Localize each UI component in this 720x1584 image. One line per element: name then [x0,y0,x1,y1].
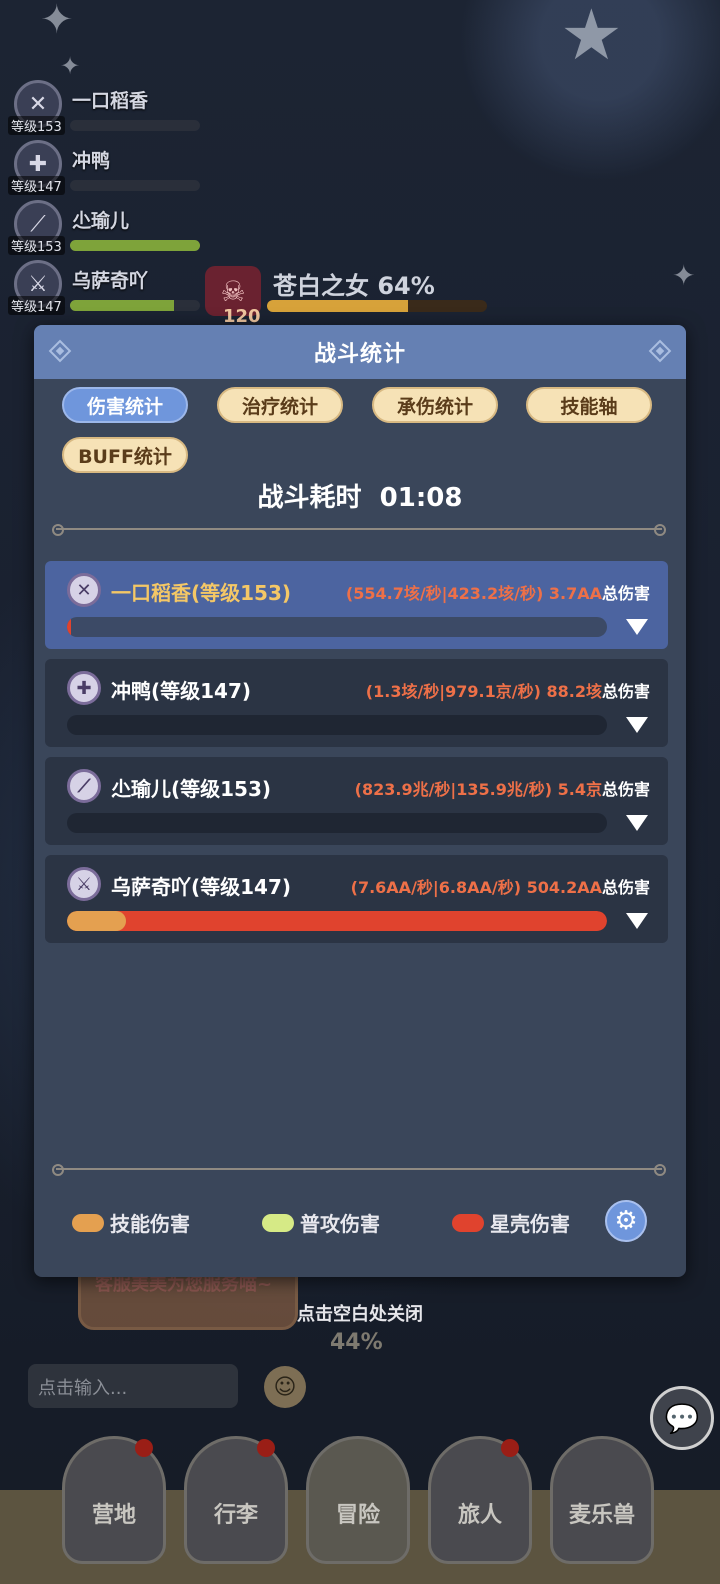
party-member-hp-bar [70,120,200,131]
player-name: 尐瑜儿(等级153) [111,777,272,801]
legend-item: 技能伤害 [72,1208,190,1237]
combat-stats-dialog: 战斗统计 伤害统计 治疗统计 承伤统计 技能轴 BUFF统计 战斗耗时 01:0… [34,325,686,1277]
expand-arrow-icon[interactable] [626,619,648,635]
nav-label: 麦乐兽 [568,1503,635,1528]
player-name: 冲鸭(等级147) [111,679,252,703]
divider [52,1164,666,1176]
boss-level: 120 [223,306,261,327]
damage-stats: (554.7垓/秒|423.2垓/秒) 3.7AA总伤害 [345,584,650,603]
player-name: 乌萨奇吖(等级147) [111,875,292,899]
shield-class-icon: ✚ [67,671,101,705]
boss-status: ☠ 120 苍白之女 64% [205,262,495,327]
smiley-icon: ☺ [273,1374,297,1400]
nav-luggage[interactable]: 行李 [184,1436,288,1564]
legend-item: 星壳伤害 [452,1208,570,1237]
party-member-name: 乌萨奇吖 [72,270,149,292]
star-damage-fill [67,911,607,931]
tab-buff[interactable]: BUFF统计 [62,437,188,473]
notification-badge [135,1439,153,1457]
party-member[interactable]: ⚔ 乌萨奇吖 等级147 [8,260,208,318]
skill-damage-fill [67,911,127,931]
party-member[interactable]: ⟋ 尐瑜儿 等级153 [8,200,208,258]
party-member-level: 等级147 [8,176,65,195]
party-member-name: 一口稻香 [72,90,149,112]
dialog-title: 战斗统计 [313,342,406,367]
damage-bar [67,715,607,735]
star-icon: ✦ [672,259,696,292]
damage-stats: (823.9兆/秒|135.9兆/秒) 5.4京总伤害 [354,780,650,799]
nav-label: 行李 [213,1503,258,1528]
party-member-level: 等级153 [8,236,65,255]
skill-charge-percent: 44% [330,1330,383,1355]
star-icon: ★ [560,0,623,76]
damage-stats: (7.6AA/秒|6.8AA/秒) 504.2AA总伤害 [350,878,650,897]
star-icon: ✦ [40,0,74,43]
legend-label: 普攻伤害 [300,1212,380,1236]
emoji-button[interactable]: ☺ [264,1366,306,1408]
chat-button[interactable]: 💬 [650,1386,714,1450]
legend-label: 技能伤害 [110,1212,190,1236]
boss-name: 苍白之女 64% [273,272,435,300]
tab-damage-taken[interactable]: 承伤统计 [372,387,498,423]
divider [52,524,666,536]
party-member-level: 等级153 [8,116,65,135]
nav-pet[interactable]: 麦乐兽 [550,1436,654,1564]
damage-stats: (1.3垓/秒|979.1京/秒) 88.2垓总伤害 [365,682,650,701]
tab-healing[interactable]: 治疗统计 [217,387,343,423]
damage-bar [67,617,607,637]
close-hint: 点击空白处关闭 [297,1304,423,1325]
party-member[interactable]: ✚ 冲鸭 等级147 [8,140,208,198]
damage-row[interactable]: ⚔ 乌萨奇吖(等级147) (7.6AA/秒|6.8AA/秒) 504.2AA总… [45,855,668,943]
legend-label: 星壳伤害 [490,1212,570,1236]
party-member-level: 等级147 [8,296,65,315]
player-name: 一口稻香(等级153) [111,581,292,605]
damage-bar [67,813,607,833]
notification-badge [257,1439,275,1457]
nav-label: 旅人 [457,1503,502,1528]
star-damage-fill [67,617,71,637]
party-member-hp-bar [70,240,200,251]
nav-traveler[interactable]: 旅人 [428,1436,532,1564]
notification-badge [501,1439,519,1457]
party-member[interactable]: ✕ 一口稻香 等级153 [8,80,208,138]
party-member-hp-bar [70,300,200,311]
party-member-name: 尐瑜儿 [72,210,130,232]
staff-class-icon: ⟋ [67,769,101,803]
nav-label: 营地 [91,1503,136,1528]
sword-class-icon: ⚔ [67,867,101,901]
expand-arrow-icon[interactable] [626,913,648,929]
star-damage-swatch [452,1213,484,1232]
chat-input[interactable]: 点击输入... [28,1364,238,1408]
damage-row[interactable]: ⟋ 尐瑜儿(等级153) (823.9兆/秒|135.9兆/秒) 5.4京总伤害 [45,757,668,845]
normal-attack-swatch [262,1213,294,1232]
damage-legend: 技能伤害 普攻伤害 星壳伤害 ⚙ [34,1200,686,1250]
gear-icon: ⚙ [614,1206,638,1236]
damage-row[interactable]: ✚ 冲鸭(等级147) (1.3垓/秒|979.1京/秒) 88.2垓总伤害 [45,659,668,747]
nav-camp[interactable]: 营地 [62,1436,166,1564]
damage-bar [67,911,607,931]
battle-duration: 战斗耗时 01:08 [257,483,463,513]
bow-class-icon: ✕ [67,573,101,607]
legend-item: 普攻伤害 [262,1208,380,1237]
expand-arrow-icon[interactable] [626,815,648,831]
nav-adventure[interactable]: 冒险 [306,1436,410,1564]
boss-hp-bar [267,300,487,312]
settings-button[interactable]: ⚙ [605,1200,647,1242]
skill-damage-swatch [72,1213,104,1232]
chat-bubble-icon: 💬 [664,1401,700,1435]
damage-row[interactable]: ✕ 一口稻香(等级153) (554.7垓/秒|423.2垓/秒) 3.7AA总… [45,561,668,649]
party-member-hp-bar [70,180,200,191]
diamond-ornament-icon [648,339,672,363]
star-icon: ✦ [60,52,81,80]
expand-arrow-icon[interactable] [626,717,648,733]
diamond-ornament-icon [48,339,72,363]
dialog-header: 战斗统计 [34,325,686,379]
tab-skill-timeline[interactable]: 技能轴 [526,387,652,423]
party-member-name: 冲鸭 [72,150,111,172]
nav-label: 冒险 [335,1503,380,1528]
tab-damage[interactable]: 伤害统计 [62,387,188,423]
